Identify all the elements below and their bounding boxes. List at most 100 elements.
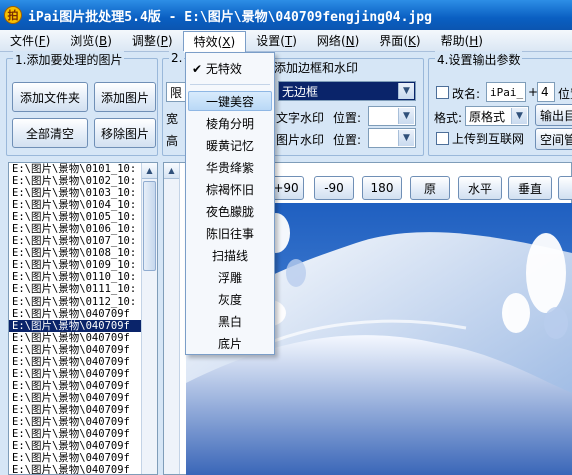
- effect-menu-item[interactable]: ✔ 无特效: [188, 59, 272, 79]
- border-select-value: 无边框: [282, 84, 319, 99]
- file-list[interactable]: E:\图片\景物\0101_10: E:\图片\景物\0102_10: E:\图片\…: [8, 162, 158, 475]
- menu-item-2[interactable]: 调整(P): [122, 31, 183, 51]
- upload-checkbox[interactable]: [436, 132, 449, 145]
- scroll-up-icon[interactable]: ▲: [142, 163, 157, 179]
- effect-menu-item[interactable]: 一键美容: [188, 91, 272, 111]
- file-list-item[interactable]: E:\图片\景物\0110_10:: [9, 271, 143, 283]
- flip-horizontal-button[interactable]: 水平: [458, 176, 502, 200]
- more-toolbar-button[interactable]: [558, 176, 572, 200]
- resize-group-title: 2.: [169, 51, 185, 65]
- file-list-item[interactable]: E:\图片\景物\040709f: [9, 356, 143, 368]
- effect-menu-item-label: 夜色朦胧: [205, 205, 254, 219]
- effect-menu-item[interactable]: 扫描线: [188, 246, 272, 266]
- output-dir-button[interactable]: 输出目: [535, 104, 572, 126]
- image-watermark-label: 图片水印: [276, 133, 325, 147]
- image-watermark-position-select[interactable]: ▼: [368, 128, 416, 148]
- menu-item-label: 特效: [193, 34, 218, 49]
- output-group-title: 4.设置输出参数: [435, 51, 523, 68]
- text-watermark-label: 文字水印: [276, 111, 325, 125]
- window-title: iPai图片批处理5.4版 - E:\图片\景物\040709fengjing0…: [28, 9, 432, 25]
- position-label-3: 位置: [558, 87, 572, 101]
- menu-item-0[interactable]: 文件(F): [0, 31, 60, 51]
- file-list-item[interactable]: E:\图片\景物\040709f: [9, 308, 143, 320]
- file-list-item[interactable]: E:\图片\景物\040709f: [9, 332, 143, 344]
- effect-menu-item[interactable]: 暖黄记忆: [188, 136, 272, 156]
- file-list-item[interactable]: E:\图片\景物\040709f: [9, 344, 143, 356]
- menu-item-label: 调整: [131, 33, 156, 48]
- scroll-thumb[interactable]: [143, 181, 156, 271]
- flip-vertical-button[interactable]: 垂直: [508, 176, 552, 200]
- clear-all-button[interactable]: 全部清空: [12, 118, 88, 148]
- effect-menu-item[interactable]: 夜色朦胧: [188, 202, 272, 222]
- file-list-item[interactable]: E:\图片\景物\0107_10:: [9, 235, 143, 247]
- preview-scrollbar[interactable]: ▲: [164, 163, 180, 474]
- rename-digits-input[interactable]: 4: [537, 82, 555, 102]
- file-list-item[interactable]: E:\图片\景物\0102_10:: [9, 175, 143, 187]
- effects-dropdown-menu: ✔ 无特效一键美容棱角分明 暖黄记忆 华贵绛紫 棕褐怀旧夜色朦胧陈旧往事 扫描线 浮雕灰度…: [185, 52, 275, 355]
- border-select[interactable]: 无边框 ▼: [278, 81, 416, 101]
- format-select[interactable]: 原格式 ▼: [465, 106, 529, 126]
- file-list-item[interactable]: E:\图片\景物\040709f: [9, 319, 143, 332]
- effect-menu-item[interactable]: 棕褐怀旧: [188, 180, 272, 200]
- menu-item-label: 文件: [10, 33, 35, 48]
- text-watermark-position-select[interactable]: ▼: [368, 106, 416, 126]
- rename-checkbox[interactable]: [436, 86, 449, 99]
- rename-prefix-input[interactable]: iPai_: [486, 82, 526, 102]
- file-list-item[interactable]: E:\图片\景物\0103_10:: [9, 187, 143, 199]
- effect-menu-item[interactable]: 陈旧往事: [188, 224, 272, 244]
- file-list-item[interactable]: E:\图片\景物\040709f: [9, 464, 143, 474]
- menu-item-label: 网络: [316, 33, 341, 48]
- rotate-minus90-button[interactable]: -90: [314, 176, 354, 200]
- file-list-item[interactable]: E:\图片\景物\0108_10:: [9, 247, 143, 259]
- menu-item-accelerator: B: [99, 33, 108, 48]
- file-list-item[interactable]: E:\图片\景物\040709f: [9, 368, 143, 380]
- menu-item-6[interactable]: 界面(K): [369, 31, 430, 51]
- check-icon: ✔: [192, 62, 206, 76]
- resize-mode-select[interactable]: 限: [166, 82, 186, 102]
- menu-item-3[interactable]: 特效(X): [182, 30, 247, 53]
- file-list-item[interactable]: E:\图片\景物\0105_10:: [9, 211, 143, 223]
- effect-menu-item[interactable]: 灰度: [188, 290, 272, 310]
- file-list-item[interactable]: E:\图片\景物\0109_10:: [9, 259, 143, 271]
- file-list-scrollbar[interactable]: ▲: [141, 163, 157, 474]
- file-list-item[interactable]: E:\图片\景物\0111_10:: [9, 283, 143, 295]
- upload-label: 上传到互联网: [452, 132, 525, 146]
- original-button[interactable]: 原: [410, 176, 450, 200]
- rotate-180-button[interactable]: 180: [362, 176, 402, 200]
- menu-item-label: 浏览: [70, 33, 95, 48]
- file-list-item[interactable]: E:\图片\景物\040709f: [9, 380, 143, 392]
- file-list-item[interactable]: E:\图片\景物\040709f: [9, 440, 143, 452]
- effect-menu-item-label: 一键美容: [205, 95, 254, 109]
- scroll-up-icon[interactable]: ▲: [164, 163, 179, 179]
- position-label-2: 位置:: [333, 133, 362, 147]
- effect-menu-item[interactable]: 底片: [188, 334, 272, 354]
- add-images-group-title: 1.添加要处理的图片: [13, 51, 125, 68]
- file-list-item[interactable]: E:\图片\景物\0106_10:: [9, 223, 143, 235]
- space-manage-button[interactable]: 空间管: [535, 128, 572, 150]
- effect-menu-item[interactable]: 黑白: [188, 312, 272, 332]
- file-list-item[interactable]: E:\图片\景物\0101_10:: [9, 163, 143, 175]
- menu-item-5[interactable]: 网络(N): [307, 31, 369, 51]
- file-list-item[interactable]: E:\图片\景物\040709f: [9, 428, 143, 440]
- menu-item-4[interactable]: 设置(T): [246, 31, 307, 51]
- chevron-down-icon: ▼: [398, 130, 414, 146]
- file-list-item[interactable]: E:\图片\景物\040709f: [9, 392, 143, 404]
- menu-item-label: 设置: [256, 33, 281, 48]
- file-list-item[interactable]: E:\图片\景物\0104_10:: [9, 199, 143, 211]
- add-folder-button[interactable]: 添加文件夹: [12, 82, 88, 112]
- menu-item-7[interactable]: 帮助(H): [431, 31, 493, 51]
- effect-menu-item-label: 灰度: [217, 293, 242, 307]
- effect-menu-item[interactable]: 棱角分明: [188, 114, 272, 134]
- menu-item-accelerator: K: [408, 33, 416, 48]
- app-logo-icon: 拍: [4, 6, 22, 24]
- effect-menu-item[interactable]: 华贵绛紫: [188, 158, 272, 178]
- file-list-item[interactable]: E:\图片\景物\040709f: [9, 452, 143, 464]
- effect-menu-item[interactable]: 浮雕: [188, 268, 272, 288]
- menu-item-1[interactable]: 浏览(B): [60, 31, 122, 51]
- file-list-item[interactable]: E:\图片\景物\040709f: [9, 404, 143, 416]
- remove-image-button[interactable]: 移除图片: [94, 118, 156, 148]
- menu-item-label: 帮助: [440, 33, 465, 48]
- add-image-button[interactable]: 添加图片: [94, 82, 156, 112]
- file-list-item[interactable]: E:\图片\景物\040709f: [9, 416, 143, 428]
- file-list-item[interactable]: E:\图片\景物\0112_10:: [9, 296, 143, 308]
